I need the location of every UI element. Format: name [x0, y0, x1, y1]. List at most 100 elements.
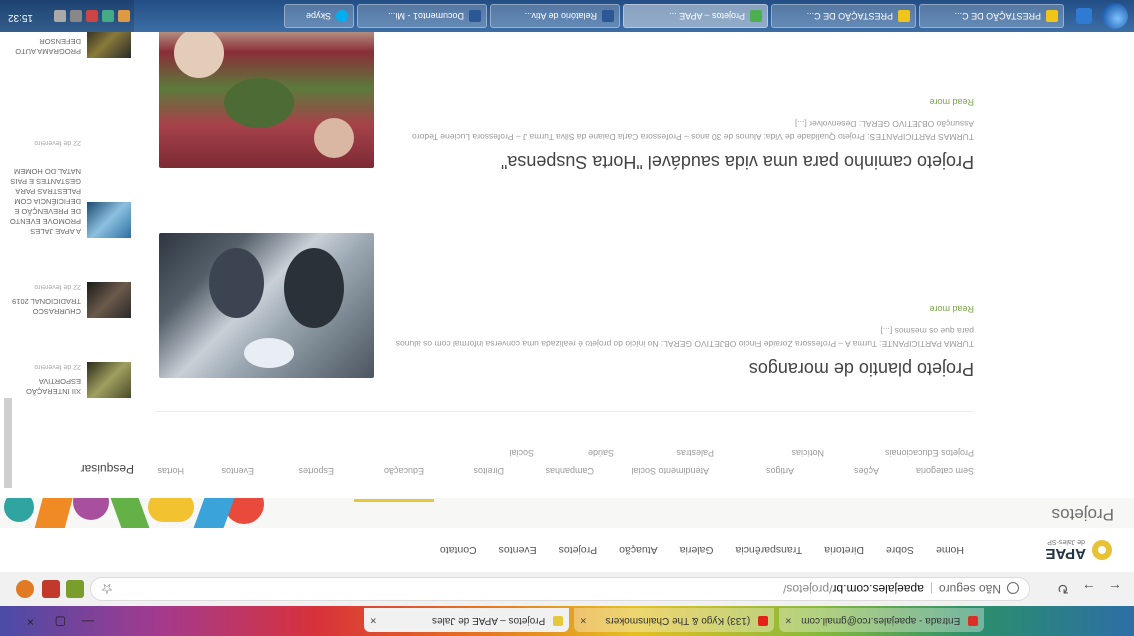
main-nav: Home Sobre Diretoria Transparência Galer…	[440, 528, 964, 572]
taskbar-item[interactable]: Projetos – APAE ...	[623, 4, 768, 28]
taskbar-item-label: PRESTAÇÃO DE C...	[954, 11, 1041, 21]
nav-item-atuacao[interactable]: Atuação	[619, 544, 658, 556]
tab-gmail-label: Entrada - apaejales.rco@gmail.com	[801, 615, 961, 626]
tray-icon[interactable]	[102, 10, 114, 22]
maximize-button[interactable]: ▢	[55, 612, 66, 632]
url-host: apaejales.com.br	[832, 582, 924, 596]
category-link[interactable]: Atendimento Social	[631, 466, 709, 476]
post-title[interactable]: Projeto plantio de morangos	[384, 358, 974, 380]
category-link[interactable]: Direitos	[473, 466, 504, 476]
clock: 15:32	[8, 12, 34, 23]
volume-icon[interactable]	[70, 10, 82, 22]
logo-name: APAE	[1045, 545, 1086, 562]
page-hero: Projetos	[0, 498, 1134, 528]
close-icon[interactable]: ×	[580, 608, 586, 632]
network-icon[interactable]	[54, 10, 66, 22]
category-link[interactable]: Sem categoria	[916, 466, 974, 476]
apae-favicon-icon	[553, 615, 563, 626]
info-icon	[1007, 582, 1019, 595]
reload-icon[interactable]: ↻	[1054, 580, 1072, 598]
address-input[interactable]: Não seguro|apaejales.com.br/projetos/	[90, 577, 1030, 601]
back-icon[interactable]: ←	[1106, 580, 1124, 598]
category-link[interactable]: Eventos	[221, 466, 254, 476]
category-link[interactable]: Palestras	[676, 448, 714, 458]
apae-logo-icon	[1092, 540, 1112, 560]
gmail-icon	[968, 615, 978, 626]
search-link[interactable]: Pesquisar	[81, 462, 134, 476]
category-link[interactable]: Projetos Educacionais	[885, 448, 974, 458]
read-more-link[interactable]: Read more	[384, 97, 974, 107]
extension-icon[interactable]	[42, 580, 60, 598]
category-link[interactable]: Campanhas	[545, 466, 594, 476]
nav-item-diretoria[interactable]: Diretoria	[824, 544, 864, 556]
taskbar-item[interactable]: PRESTAÇÃO DE C...	[771, 4, 916, 28]
tray-icon[interactable]	[118, 10, 130, 22]
tray-icon[interactable]	[86, 10, 98, 22]
sidebar-item-date: 22 de fevereiro	[34, 283, 81, 290]
category-link[interactable]: Hortas	[157, 466, 184, 476]
scrollbar-thumb[interactable]	[4, 398, 12, 488]
url-path: /projetos/	[783, 582, 833, 596]
category-link[interactable]: Educação	[384, 466, 424, 476]
nav-item-projetos[interactable]: Projetos	[559, 544, 598, 556]
folder-icon	[898, 10, 910, 22]
category-link[interactable]: Social	[509, 448, 534, 458]
page-title: Projetos	[1051, 505, 1114, 524]
logo-sub: de Jales-SP	[1047, 538, 1085, 545]
extension-icon[interactable]	[66, 580, 84, 598]
category-link[interactable]: Esportes	[298, 466, 334, 476]
ie-icon[interactable]	[1076, 8, 1092, 24]
post-card: Projeto caminho para uma vida saudável "…	[384, 97, 974, 173]
taskbar-item[interactable]: Relatório de Ativ...	[490, 4, 620, 28]
site-header: APAE de Jales-SP Home Sobre Diretoria Tr…	[0, 527, 1134, 572]
category-link[interactable]: Ações	[854, 466, 879, 476]
sidebar-thumbnail	[87, 282, 131, 318]
taskbar-item[interactable]: Documento1 - Mi...	[357, 4, 487, 28]
read-more-link[interactable]: Read more	[384, 304, 974, 314]
main-content: Sem categoria Ações Artigos Atendimento …	[0, 0, 1134, 498]
post-image-morangos[interactable]	[159, 233, 374, 378]
close-icon[interactable]: ×	[785, 608, 791, 632]
star-icon[interactable]: ☆	[98, 580, 116, 598]
post-excerpt: TURMA PARTICIPANTE: Turma A – Professora…	[395, 326, 974, 349]
nav-item-transparencia[interactable]: Transparência	[736, 544, 803, 556]
address-bar-row: ← → ↻ Não seguro|apaejales.com.br/projet…	[0, 571, 1134, 606]
tab-projetos[interactable]: Projetos – APAE de Jales ×	[364, 608, 569, 632]
tab-youtube[interactable]: (133) Kygo & The Chainsmokers ×	[574, 608, 774, 632]
profile-avatar-icon[interactable]	[16, 580, 34, 598]
sidebar-item-date: 22 de fevereiro	[34, 139, 81, 146]
tab-gmail[interactable]: Entrada - apaejales.rco@gmail.com ×	[779, 608, 984, 632]
nav-item-sobre[interactable]: Sobre	[886, 544, 914, 556]
skype-icon	[336, 10, 348, 22]
decorative-shapes	[0, 498, 274, 528]
nav-item-contato[interactable]: Contato	[440, 544, 477, 556]
post-image-horta[interactable]	[159, 23, 374, 168]
sidebar-thumbnail	[87, 202, 131, 238]
category-link[interactable]: Notícias	[791, 448, 824, 458]
close-window-button[interactable]: ×	[27, 612, 34, 632]
taskbar-item[interactable]: PRESTAÇÃO DE C...	[919, 4, 1064, 28]
word-icon	[469, 10, 481, 22]
folder-icon	[1046, 10, 1058, 22]
taskbar-item[interactable]: Skype	[284, 4, 354, 28]
post-title[interactable]: Projeto caminho para uma vida saudável "…	[384, 151, 974, 173]
forward-icon[interactable]: →	[1080, 580, 1098, 598]
category-link[interactable]: Saúde	[588, 448, 614, 458]
nav-item-eventos[interactable]: Eventos	[499, 544, 537, 556]
site-logo[interactable]: APAE de Jales-SP	[1002, 536, 1112, 564]
system-tray: 15:32	[0, 0, 134, 32]
nav-item-home[interactable]: Home	[936, 544, 964, 556]
post-card: Projeto plantio de morangos TURMA PARTIC…	[384, 304, 974, 380]
word-icon	[602, 10, 614, 22]
sidebar-item-date: 22 de fevereiro	[34, 363, 81, 370]
close-icon[interactable]: ×	[370, 608, 376, 632]
taskbar-item-label: Documento1 - Mi...	[387, 11, 464, 21]
minimize-button[interactable]: —	[82, 612, 94, 632]
taskbar-item-label: PRESTAÇÃO DE C...	[806, 11, 893, 21]
start-button-icon[interactable]	[1102, 3, 1128, 29]
sidebar-thumbnail	[87, 362, 131, 398]
category-link[interactable]: Artigos	[766, 466, 794, 476]
active-nav-underline	[354, 499, 434, 502]
nav-item-galeria[interactable]: Galeria	[680, 544, 714, 556]
post-excerpt: TURMAS PARTICIPANTES: Projeto Qualidade …	[412, 119, 974, 142]
